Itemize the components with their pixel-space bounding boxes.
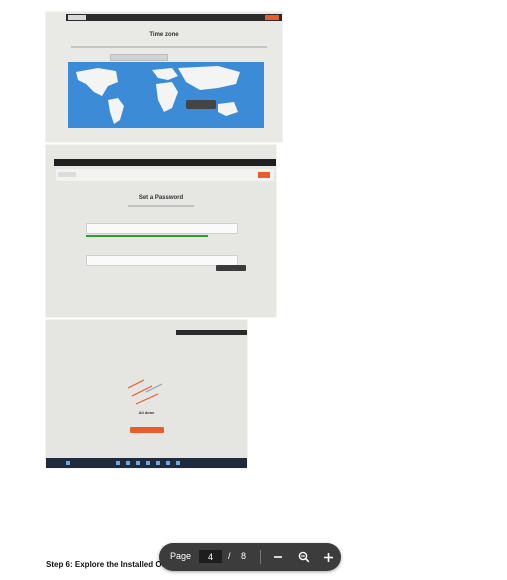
pdf-page-toolbar: Page / 8 <box>159 543 341 571</box>
taskbar-icon <box>66 461 70 465</box>
timezone-field <box>110 54 168 61</box>
magnifier-icon <box>298 551 310 563</box>
screenshot-photo-all-done: All done <box>46 320 247 468</box>
zoom-fit-button[interactable] <box>295 548 313 566</box>
step-heading: Step 6: Explore the Installed OS <box>46 560 167 569</box>
toolbar-divider <box>260 550 261 564</box>
top-bar <box>176 330 247 335</box>
minus-icon <box>274 556 282 558</box>
total-pages: 8 <box>241 551 247 561</box>
header-bar <box>56 169 274 181</box>
zoom-out-button[interactable] <box>269 548 287 566</box>
password-heading: Set a Password <box>138 195 184 201</box>
taskbar-icon <box>146 461 150 465</box>
taskbar-icon <box>116 461 120 465</box>
screenshot-photo-timezone: Time zone <box>46 12 282 142</box>
taskbar-icon <box>166 461 170 465</box>
windows-taskbar <box>46 458 247 468</box>
top-bar <box>54 159 276 166</box>
confirm-password-field <box>86 255 238 266</box>
page-separator: / <box>228 551 231 561</box>
next-button <box>258 172 270 178</box>
timezone-tooltip <box>186 100 216 109</box>
password-field <box>86 223 238 234</box>
taskbar-icon <box>126 461 130 465</box>
taskbar-icon <box>136 461 140 465</box>
password-button <box>216 265 246 271</box>
previous-button <box>58 172 76 177</box>
world-map <box>68 62 264 128</box>
plus-icon <box>323 552 333 562</box>
all-done-heading: All done <box>138 410 155 415</box>
timezone-description <box>71 46 267 48</box>
taskbar-icon <box>176 461 180 465</box>
next-button <box>265 15 279 20</box>
back-button <box>68 15 86 20</box>
finish-button <box>130 427 164 433</box>
confetti-graphic <box>127 379 163 405</box>
screenshot-photo-password: Set a Password <box>46 145 276 317</box>
taskbar-icon <box>156 461 160 465</box>
password-strength-bar <box>86 235 208 237</box>
page-number-input[interactable] <box>199 550 222 563</box>
timezone-heading: Time zone <box>149 32 179 38</box>
zoom-in-button[interactable] <box>319 548 337 566</box>
password-description <box>128 205 194 207</box>
top-bar <box>66 14 282 21</box>
page-label: Page <box>170 551 192 561</box>
